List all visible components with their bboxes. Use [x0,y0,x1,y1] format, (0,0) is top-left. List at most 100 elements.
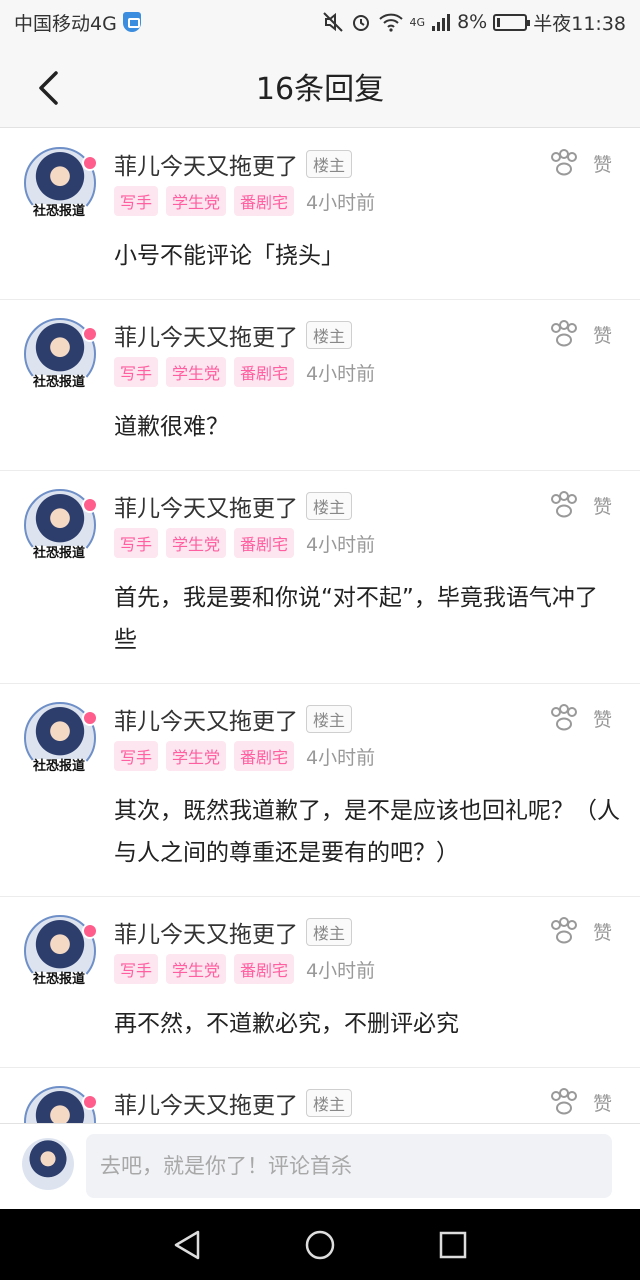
avatar-badge [82,923,98,939]
reply-content[interactable]: 道歉很难？ [114,406,620,448]
timestamp: 4小时前 [306,533,376,556]
name-row: 菲儿今天又拖更了 楼主 [114,147,620,181]
op-badge: 楼主 [306,705,353,733]
user-name[interactable]: 菲儿今天又拖更了 [114,147,298,181]
reply-item: 社恐报道 菲儿今天又拖更了 楼主 写手 学生党 番剧宅 4小时前 小号不能评论「挠头」… [0,129,640,300]
avatar-badge [82,1094,98,1110]
tags-row: 写手 学生党 番剧宅 4小时前 [114,736,620,776]
user-tag: 写手 [114,357,159,387]
reply-item: 社恐报道 菲儿今天又拖更了 楼主 写手 学生党 番剧宅 4小时前 再不然，不道歉必究，… [0,897,640,1068]
like-button[interactable]: 赞 [549,917,612,945]
user-name[interactable]: 菲儿今天又拖更了 [114,1086,298,1120]
page-title: 16条回复 [255,71,385,107]
like-label: 赞 [592,921,612,944]
reply-body: 菲儿今天又拖更了 楼主 写手学生党番剧宅 [114,1086,620,1123]
name-row: 菲儿今天又拖更了 楼主 [114,915,620,949]
avatar[interactable]: 社恐报道 [24,489,98,561]
reply-content[interactable]: 其次，既然我道歉了，是不是应该也回礼呢？（人与人之间的尊重还是要有的吧？） [114,790,620,874]
tags-row: 写手 学生党 番剧宅 4小时前 [114,352,620,392]
avatar-sticker: 社恐报道 [30,375,89,390]
like-label: 赞 [592,1092,612,1115]
reply-list[interactable]: 社恐报道 菲儿今天又拖更了 楼主 写手 学生党 番剧宅 4小时前 小号不能评论「挠头」… [0,129,640,1123]
carrier-label: 中国移动4G [14,12,117,35]
tags-row: 写手 学生党 番剧宅 4小时前 [114,181,620,221]
avatar-sticker: 社恐报道 [30,759,89,774]
user-tag: 学生党 [166,954,227,984]
like-button[interactable]: 赞 [549,149,612,177]
avatar[interactable]: 社恐报道 [24,915,98,987]
like-button[interactable]: 赞 [549,320,612,348]
reply-item: 社恐报道 菲儿今天又拖更了 楼主 写手 学生党 番剧宅 4小时前 首先，我是要和你说“… [0,471,640,684]
user-tag: 学生党 [166,357,227,387]
user-tag: 写手 [114,741,159,771]
chevron-left-icon [39,71,58,105]
avatar-badge [82,497,98,513]
user-tag: 写手 [114,954,159,984]
circle-home-icon [305,1230,335,1259]
triangle-back-icon [174,1230,199,1259]
avatar-sticker: 社恐报道 [30,204,89,219]
user-tag: 番剧宅 [234,186,295,216]
user-tag: 学生党 [166,186,227,216]
reply-item: 社恐报道 菲儿今天又拖更了 楼主 写手 学生党 番剧宅 4小时前 其次，既然我道歉了，… [0,684,640,897]
reply-body: 菲儿今天又拖更了 楼主 写手 学生党 番剧宅 4小时前 道歉很难？ [114,318,620,448]
user-name[interactable]: 菲儿今天又拖更了 [114,702,298,736]
nav-home-button[interactable] [295,1220,345,1270]
avatar-badge [82,710,98,726]
comment-bar [0,1123,640,1209]
user-tag: 学生党 [166,528,227,558]
user-name[interactable]: 菲儿今天又拖更了 [114,489,298,523]
avatar[interactable]: 社恐报道 [24,318,98,390]
self-avatar[interactable] [22,1138,74,1190]
reply-content[interactable]: 再不然，不道歉必究，不删评必究 [114,1003,620,1045]
timestamp: 4小时前 [306,191,376,214]
op-badge: 楼主 [306,1089,353,1117]
user-tag: 学生党 [166,741,227,771]
status-right: 4G 8% 半夜11:38 [322,9,626,36]
user-tag: 番剧宅 [234,357,295,387]
reply-body: 菲儿今天又拖更了 楼主 写手 学生党 番剧宅 4小时前 首先，我是要和你说“对不起”，… [114,489,620,661]
shield-icon [122,12,141,32]
system-nav-bar [0,1209,640,1280]
user-name[interactable]: 菲儿今天又拖更了 [114,318,298,352]
reply-content[interactable]: 首先，我是要和你说“对不起”，毕竟我语气冲了些 [114,577,620,661]
comment-input[interactable] [86,1134,612,1198]
avatar[interactable]: 社恐报道 [24,702,98,774]
battery-icon [493,13,531,31]
like-button[interactable]: 赞 [549,1088,612,1116]
paw-icon [550,320,577,347]
user-tag: 写手 [114,186,159,216]
reply-content[interactable]: 小号不能评论「挠头」 [114,235,620,277]
op-badge: 楼主 [306,150,353,178]
battery-percent: 8% [457,11,488,33]
avatar[interactable]: 社恐报道 [24,1086,98,1123]
nav-recents-button[interactable] [428,1220,478,1270]
timestamp: 4小时前 [306,959,376,982]
like-label: 赞 [592,153,612,176]
back-button[interactable] [28,68,68,108]
header: 16条回复 [0,44,640,128]
nav-back-button[interactable] [162,1220,212,1270]
network-type-label: 4G [409,15,426,29]
tags-row: 写手 学生党 番剧宅 4小时前 [114,949,620,989]
avatar[interactable]: 社恐报道 [24,147,98,219]
clock: 半夜11:38 [533,12,626,35]
avatar-sticker: 社恐报道 [30,972,89,987]
avatar-sticker: 社恐报道 [30,546,89,561]
name-row: 菲儿今天又拖更了 楼主 [114,318,620,352]
user-tag: 番剧宅 [234,741,295,771]
user-name[interactable]: 菲儿今天又拖更了 [114,915,298,949]
like-button[interactable]: 赞 [549,491,612,519]
paw-icon [550,704,577,731]
reply-item: 社恐报道 菲儿今天又拖更了 楼主 写手 学生党 番剧宅 4小时前 道歉很难？ 赞 [0,300,640,471]
avatar-badge [82,326,98,342]
paw-icon [550,1088,577,1115]
like-label: 赞 [592,495,612,518]
like-label: 赞 [592,708,612,731]
mute-icon [322,12,343,32]
op-badge: 楼主 [306,918,353,946]
reply-body: 菲儿今天又拖更了 楼主 写手 学生党 番剧宅 4小时前 小号不能评论「挠头」 [114,147,620,277]
name-row: 菲儿今天又拖更了 楼主 [114,702,620,736]
paw-icon [550,491,577,518]
like-button[interactable]: 赞 [549,704,612,732]
